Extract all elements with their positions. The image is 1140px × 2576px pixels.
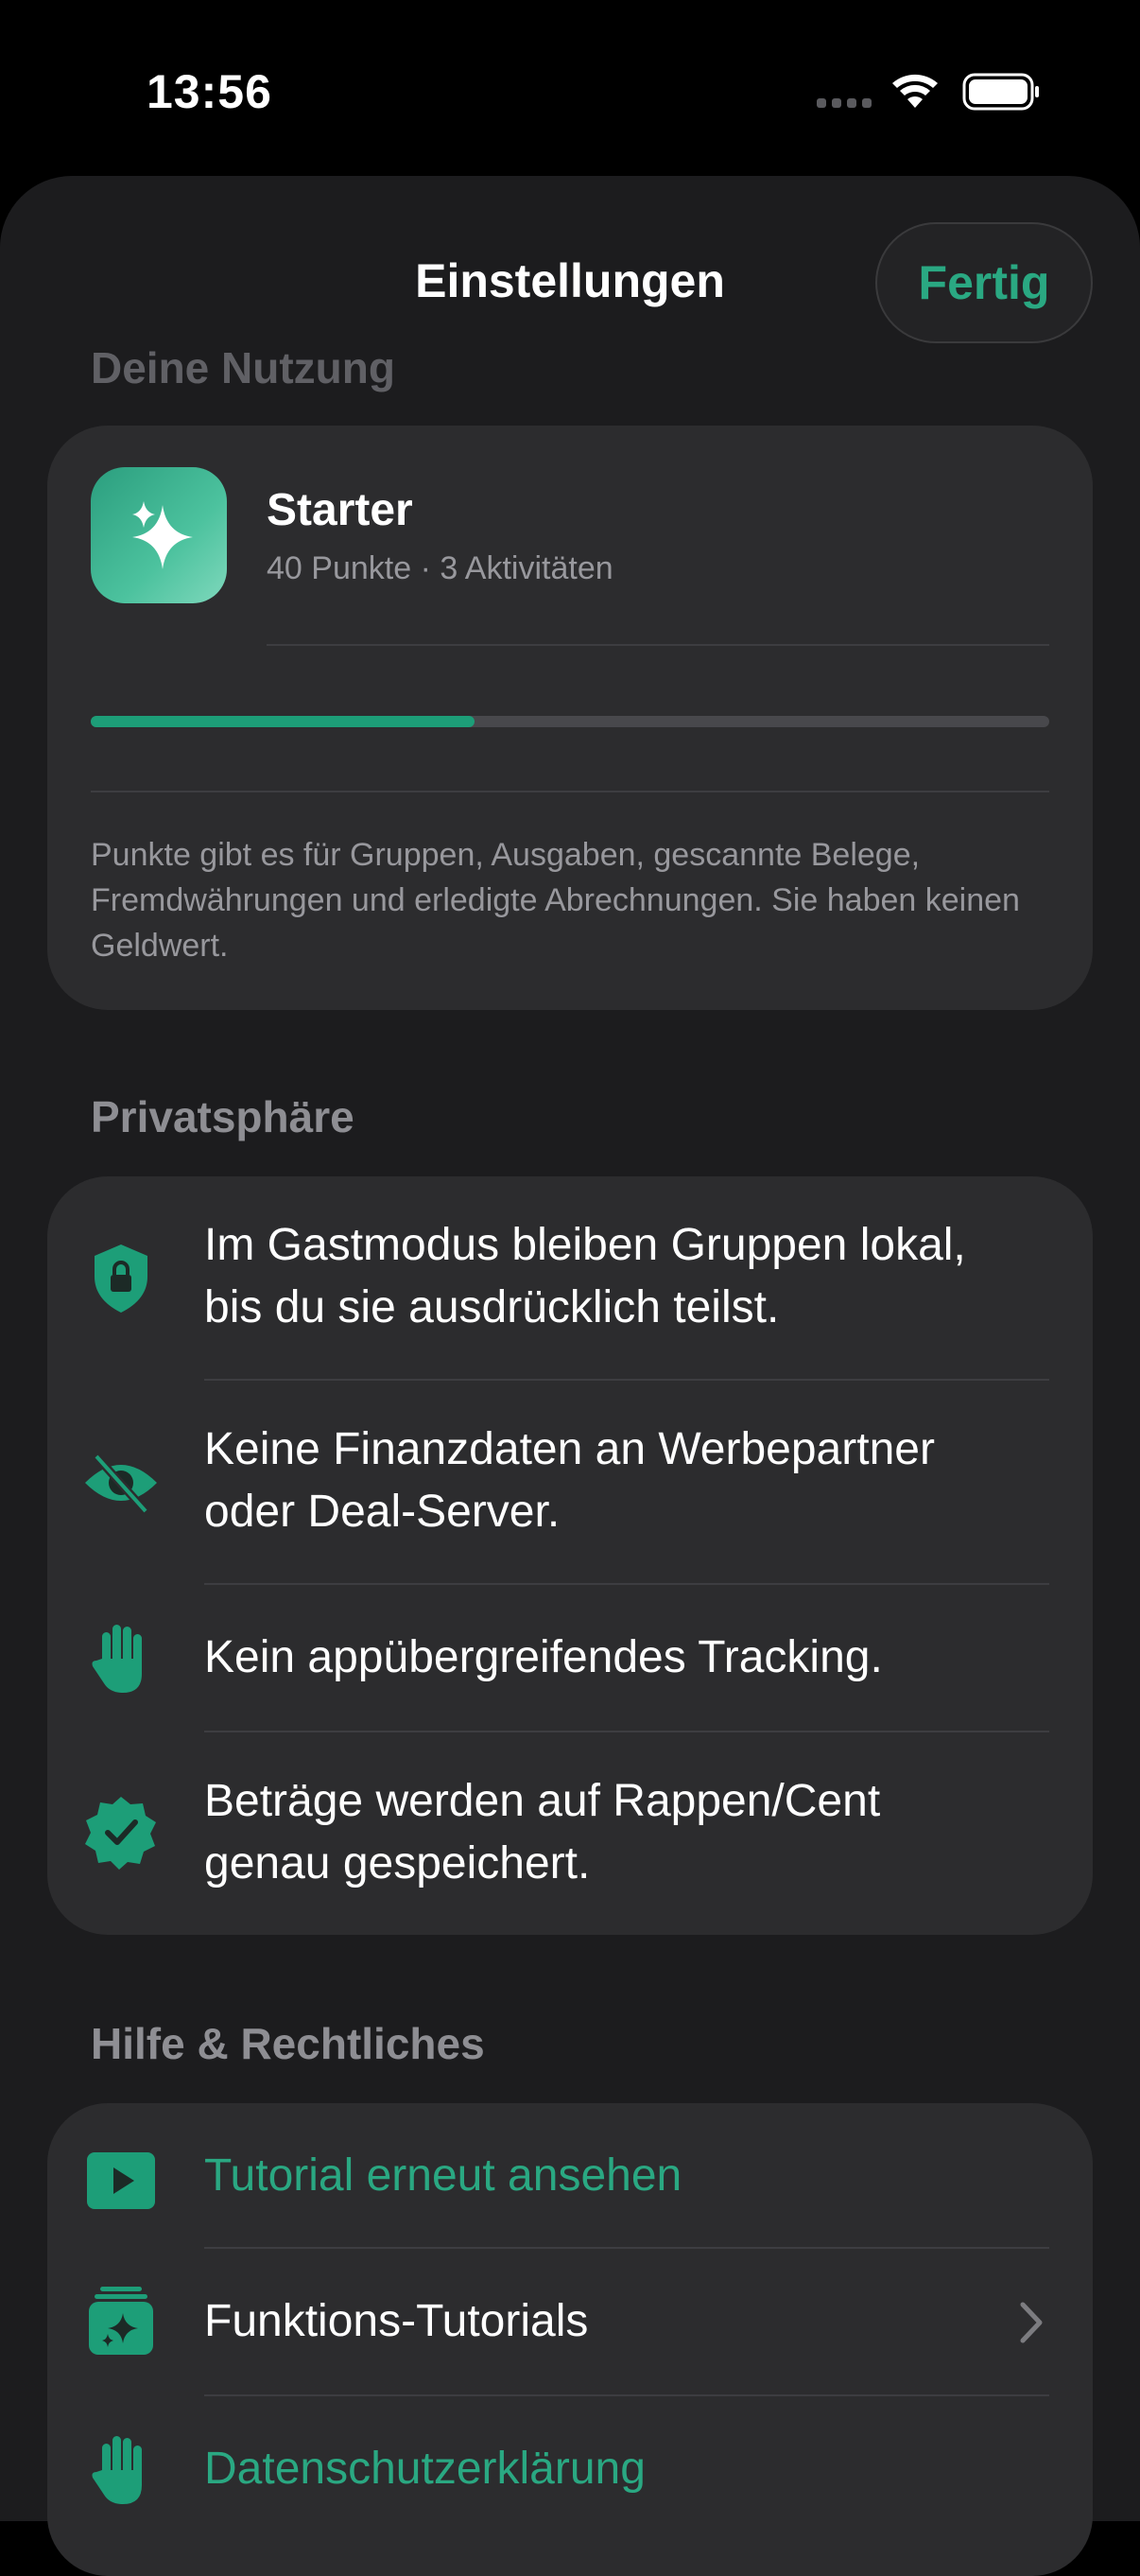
status-bar: 13:56 [0,0,1140,180]
privacy-item-text: Keine Finanzdaten an Werbepartner oder De… [204,1424,935,1537]
privacy-item: Kein appübergreifendes Tracking. [47,1585,1093,1731]
hand-raised-icon [92,1625,142,1693]
tier-name: Starter [267,485,413,535]
points-info-text: Punkte gibt es für Gruppen, Ausgaben, ge… [91,837,1020,964]
usage-card: Starter 40 Punkte · 3 Aktivitäten Punkte… [47,426,1093,1010]
help-card: Tutorial erneut ansehen Funktions-Tutori… [47,2103,1093,2576]
help-item-privacy-policy[interactable]: Datenschutzerklärung [47,2396,1093,2548]
tier-app-icon [91,467,227,603]
points-progress-fill [91,716,475,727]
privacy-item-text: Kein appübergreifendes Tracking. [204,1632,883,1682]
help-item-label: Tutorial erneut ansehen [204,2150,682,2201]
help-item-tutorial[interactable]: Tutorial erneut ansehen [47,2103,1093,2249]
shield-lock-icon [95,1244,147,1313]
privacy-item: Keine Finanzdaten an Werbepartner oder De… [47,1381,1093,1585]
section-label-help: Hilfe & Rechtliches [91,2019,485,2068]
status-time: 13:56 [147,65,272,118]
tier-subtitle: 40 Punkte · 3 Aktivitäten [267,550,613,586]
sparkles-icon [132,501,193,569]
privacy-card: Im Gastmodus bleiben Gruppen lokal, bis d… [47,1176,1093,1935]
done-button[interactable]: Fertig [875,222,1093,343]
chevron-right-icon [1020,2302,1043,2343]
help-item-label: Datenschutzerklärung [204,2444,646,2494]
help-item-label: Funktions-Tutorials [204,2296,589,2346]
section-label-usage: Deine Nutzung [91,343,395,392]
section-label-privacy: Privatsphäre [91,1092,354,1141]
privacy-item-text: Beträge werden auf Rappen/Cent genau gesp… [204,1776,881,1888]
points-progress-bar [91,716,1049,727]
checkmark-seal-icon [85,1797,156,1870]
divider [91,791,1049,792]
sparkles-stack-icon [89,2287,153,2355]
divider [267,644,1049,646]
privacy-item: Beträge werden auf Rappen/Cent genau gesp… [47,1732,1093,1935]
status-icons [817,73,1039,111]
hand-raised-icon [92,2436,142,2504]
play-icon [87,2152,155,2209]
battery-icon [962,73,1039,111]
eye-slash-icon [85,1453,157,1515]
help-item-feature-tutorials[interactable]: Funktions-Tutorials [47,2249,1093,2396]
privacy-item: Im Gastmodus bleiben Gruppen lokal, bis d… [47,1176,1093,1381]
wifi-icon [892,74,938,108]
cellular-signal-icon [817,98,872,108]
privacy-item-text: Im Gastmodus bleiben Gruppen lokal, bis d… [204,1220,966,1332]
